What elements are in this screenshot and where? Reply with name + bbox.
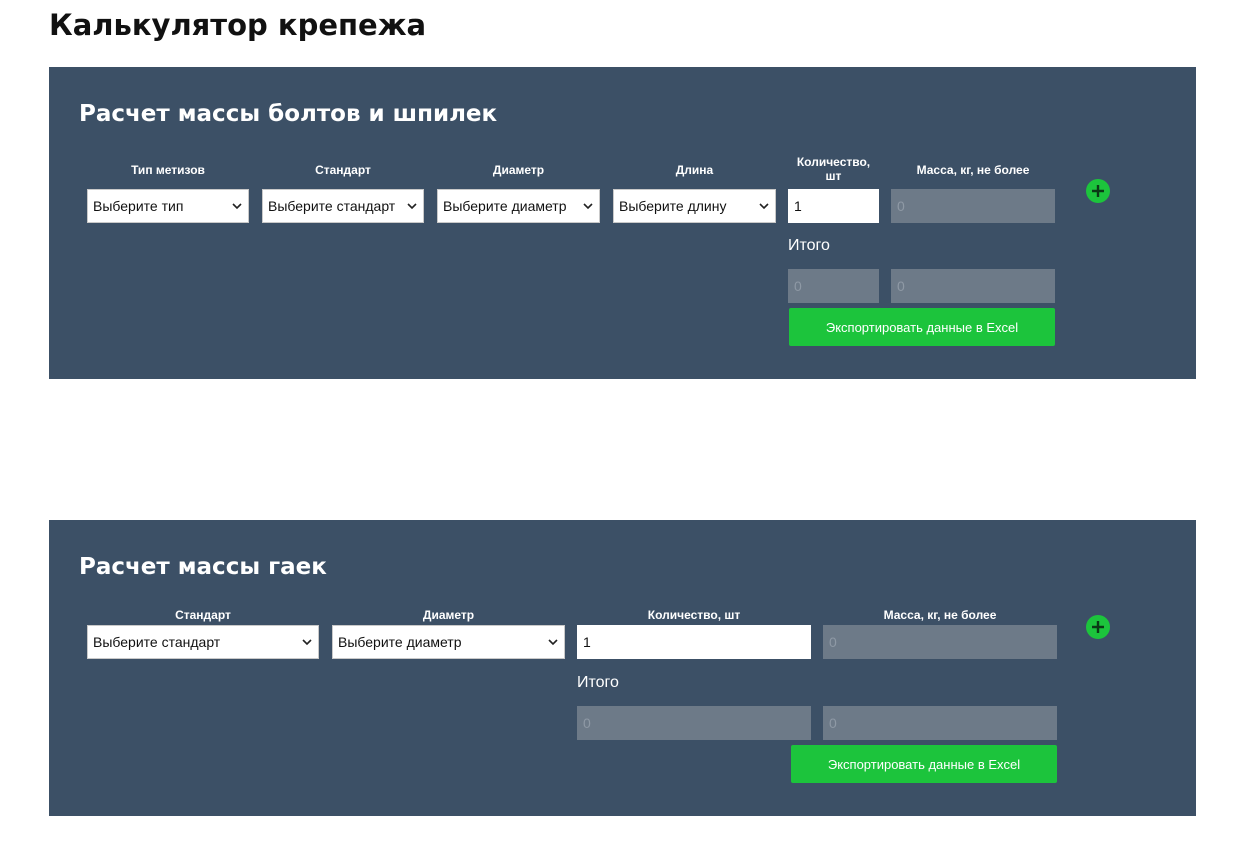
standard-select-value: Выберите стандарт	[93, 634, 221, 650]
label-standard: Стандарт	[175, 608, 231, 622]
diameter-select[interactable]: Выберите диаметр	[332, 625, 565, 659]
chevron-down-icon	[231, 200, 243, 212]
label-quantity: Количество, шт	[788, 155, 879, 183]
quantity-input[interactable]: 1	[788, 189, 879, 223]
type-select-value: Выберите тип	[93, 198, 184, 214]
label-length: Длина	[675, 163, 714, 177]
standard-select-value: Выберите стандарт	[268, 198, 396, 214]
plus-icon	[1092, 621, 1104, 633]
bolts-panel-title: Расчет массы болтов и шпилек	[79, 101, 498, 127]
export-excel-button[interactable]: Экспортировать данные в Excel	[789, 308, 1055, 346]
label-quantity-line2: шт	[825, 169, 842, 183]
quantity-input[interactable]: 1	[577, 625, 811, 659]
label-type: Тип метизов	[131, 163, 205, 177]
nuts-panel-title: Расчет массы гаек	[79, 554, 327, 580]
plus-icon	[1092, 185, 1104, 197]
standard-select[interactable]: Выберите стандарт	[262, 189, 424, 223]
type-select[interactable]: Выберите тип	[87, 189, 249, 223]
export-excel-button[interactable]: Экспортировать данные в Excel	[791, 745, 1057, 783]
length-select-value: Выберите длину	[619, 198, 727, 214]
diameter-select-value: Выберите диаметр	[443, 198, 567, 214]
standard-select[interactable]: Выберите стандарт	[87, 625, 319, 659]
nuts-calculator-panel: Расчет массы гаек Стандарт Диаметр Колич…	[49, 520, 1196, 816]
total-label: Итого	[788, 237, 830, 254]
chevron-down-icon	[758, 200, 770, 212]
length-select[interactable]: Выберите длину	[613, 189, 776, 223]
chevron-down-icon	[547, 636, 559, 648]
total-label: Итого	[577, 674, 619, 691]
label-diameter: Диаметр	[492, 163, 545, 177]
label-quantity: Количество, шт	[647, 608, 741, 622]
chevron-down-icon	[301, 636, 313, 648]
label-quantity-line1: Количество,	[796, 155, 871, 169]
bolts-calculator-panel: Расчет массы болтов и шпилек Тип метизов…	[49, 67, 1196, 379]
chevron-down-icon	[582, 200, 594, 212]
total-quantity-output: 0	[788, 269, 879, 303]
add-row-button[interactable]	[1086, 179, 1110, 203]
total-mass-output: 0	[823, 706, 1057, 740]
label-diameter: Диаметр	[422, 608, 475, 622]
label-standard: Стандарт	[315, 163, 371, 177]
chevron-down-icon	[406, 200, 418, 212]
mass-output: 0	[823, 625, 1057, 659]
total-mass-output: 0	[891, 269, 1055, 303]
diameter-select-value: Выберите диаметр	[338, 634, 462, 650]
label-mass: Масса, кг, не более	[916, 163, 1030, 177]
diameter-select[interactable]: Выберите диаметр	[437, 189, 600, 223]
mass-output: 0	[891, 189, 1055, 223]
add-row-button[interactable]	[1086, 615, 1110, 639]
page-title: Калькулятор крепежа	[49, 8, 427, 42]
label-mass: Масса, кг, не более	[883, 608, 997, 622]
total-quantity-output: 0	[577, 706, 811, 740]
